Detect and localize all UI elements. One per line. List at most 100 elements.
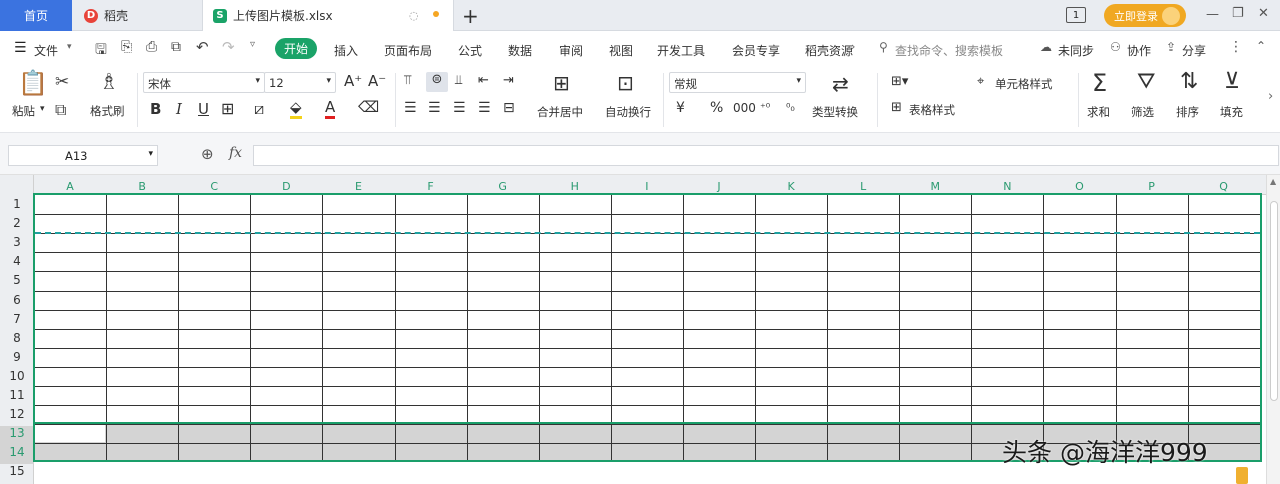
share-button[interactable]: 分享 [1182,42,1206,59]
row-header-4[interactable]: 4 [0,254,34,273]
tab-member[interactable]: 会员专享 [732,42,780,59]
eraser-icon[interactable]: ⌫ [358,98,379,116]
column-header-E[interactable]: E [322,179,394,194]
minimize-button[interactable]: — [1206,7,1219,22]
column-header-C[interactable]: C [178,179,250,194]
ribbon-scroll-right-icon[interactable]: › [1268,89,1273,104]
column-header-J[interactable]: J [683,179,755,194]
format-painter-button[interactable]: 格式刷 [90,103,125,119]
decrease-indent-icon[interactable]: ⇤ [478,73,489,88]
justify-icon[interactable]: ☰ [478,100,491,116]
border-icon[interactable]: ⊞ [221,99,234,118]
percent-icon[interactable]: % [710,100,723,116]
quick-access-more-icon[interactable]: ▿ [250,39,255,50]
paste-dropdown-icon[interactable]: ▾ [40,104,45,114]
tab-developer[interactable]: 开发工具 [657,42,705,59]
sum-button[interactable]: 求和 [1087,104,1110,120]
search-input[interactable]: 查找命令、搜索模板 [895,42,1003,59]
align-top-icon[interactable]: ⫪ [404,73,411,88]
tab-view[interactable]: 视图 [609,42,633,59]
align-middle-icon[interactable]: ⊜ [426,72,448,92]
scroll-up-icon[interactable]: ▲ [1270,177,1276,186]
paste-options-icon[interactable] [1236,467,1248,484]
spreadsheet-grid[interactable]: ABCDEFGHIJKLMNOPQ 1 2 3 4 5 6 7 8 9 10 11 12 13 14 15 … [0,175,1280,484]
tab-review[interactable]: 审阅 [559,42,583,59]
column-header-B[interactable]: B [106,179,178,194]
font-size-select[interactable]: 12 ▾ [264,72,336,93]
close-button[interactable]: ✕ [1258,6,1269,21]
tab-home[interactable]: 首页 [0,0,72,31]
file-menu[interactable]: 文件 [34,42,58,59]
collapse-ribbon-icon[interactable]: ⌃ [1256,39,1266,53]
tab-docer[interactable]: D 稻壳 [72,0,202,31]
fill-icon[interactable]: ⊻ [1224,69,1240,94]
row-header-10[interactable]: 10 [0,369,34,388]
save-icon[interactable]: 🖫 [95,39,107,63]
fill-color-icon[interactable]: ⬙ [290,98,302,119]
format-painter-icon[interactable]: ♗ [99,70,119,95]
sort-button[interactable]: 排序 [1176,104,1199,120]
column-header-I[interactable]: I [611,179,683,194]
font-color-icon[interactable]: A [325,98,336,119]
tab-file[interactable]: S 上传图片模板.xlsx ◌ [202,0,454,31]
row-header-5[interactable]: 5 [0,273,34,292]
more-icon[interactable]: ⋮ [1229,39,1243,55]
row-header-13[interactable]: 13 [0,426,34,446]
column-header-G[interactable]: G [467,179,539,194]
row-header-2[interactable]: 2 [0,216,34,235]
column-header-O[interactable]: O [1043,179,1115,194]
paste-icon[interactable]: 📋 [18,69,48,97]
column-header-H[interactable]: H [539,179,611,194]
increase-decimal-icon[interactable]: ⁺⁰ [760,101,770,114]
cut-icon[interactable]: ✂ [55,72,69,92]
italic-button[interactable]: I [176,100,182,118]
fill-pattern-icon[interactable]: ⧄ [254,99,264,119]
align-left-icon[interactable]: ☰ [404,100,417,116]
align-right-icon[interactable]: ☰ [453,100,466,116]
currency-icon[interactable]: ¥ [676,100,685,116]
row-header-7[interactable]: 7 [0,312,34,331]
row-header-9[interactable]: 9 [0,350,34,369]
tab-insert[interactable]: 插入 [334,42,358,59]
conditional-format-icon[interactable]: ⊞▾ [891,74,908,89]
tab-formula[interactable]: 公式 [458,42,482,59]
comment-icon[interactable]: ◌ [409,9,419,22]
new-tab-button[interactable]: + [462,4,479,28]
thousands-icon[interactable]: 000 [733,101,756,115]
zoom-formula-icon[interactable]: ⊕ [201,145,214,163]
column-header-L[interactable]: L [827,179,899,194]
align-bottom-icon[interactable]: ⫫ [455,73,462,88]
fill-button[interactable]: 填充 [1220,104,1243,120]
redo-icon[interactable]: ↷ [222,38,235,56]
number-format-select[interactable]: 常规 ▾ [669,72,806,93]
row-header-3[interactable]: 3 [0,235,34,254]
column-header-Q[interactable]: Q [1188,179,1260,194]
bold-button[interactable]: B [150,100,161,118]
merge-center-icon[interactable]: ⊞ [553,71,570,95]
sum-icon[interactable]: Σ [1092,69,1107,97]
copy-icon[interactable]: ⧉ [55,100,66,120]
insert-function-button[interactable]: fx [229,145,242,161]
row-header-8[interactable]: 8 [0,331,34,350]
distributed-icon[interactable]: ⊟ [503,100,515,116]
column-header-A[interactable]: A [34,179,106,194]
wrap-text-icon[interactable]: ⊡ [617,71,634,95]
table-style-button[interactable]: 表格样式 [909,102,955,118]
row-header-1[interactable]: 1 [0,197,34,216]
window-layout-icon[interactable]: 1 [1066,7,1086,23]
paste-button[interactable]: 粘贴 [12,103,35,119]
decrease-decimal-icon[interactable]: ⁰₀ [786,101,795,114]
scrollbar-thumb[interactable] [1270,201,1278,401]
filter-button[interactable]: 筛选 [1131,104,1154,120]
increase-indent-icon[interactable]: ⇥ [503,73,514,88]
vertical-scrollbar[interactable]: ▲ [1266,175,1280,484]
sort-icon[interactable]: ⇅ [1180,69,1198,94]
export-pdf-icon[interactable]: ⎘ [121,39,132,55]
row-header-12[interactable]: 12 [0,407,34,426]
filter-icon[interactable]: ⛛ [1137,69,1155,94]
login-button[interactable]: 立即登录 [1104,4,1186,27]
tab-start[interactable]: 开始 [275,38,317,59]
chevron-right-icon[interactable]: › [851,40,855,53]
restore-button[interactable]: ❐ [1232,6,1244,21]
cell-style-button[interactable]: 单元格样式 [995,76,1053,92]
